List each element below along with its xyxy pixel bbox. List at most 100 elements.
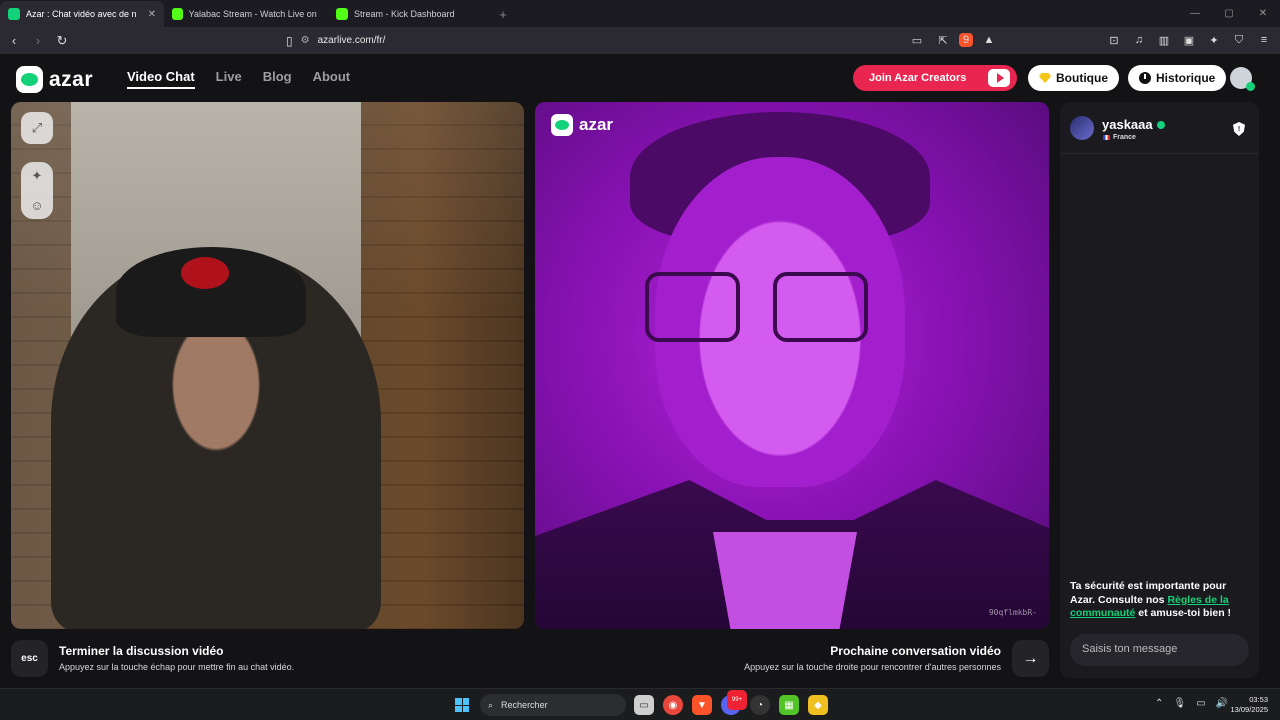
join-creators-button[interactable]: Join Azar Creators (853, 65, 1017, 91)
effects-group: ✦ ☺ (21, 162, 53, 219)
next-chat-info: Prochaine conversation vidéo Appuyez sur… (744, 644, 1001, 672)
azar-favicon-icon (8, 8, 20, 20)
boutique-button[interactable]: Boutique (1028, 65, 1119, 91)
tray-chevron-icon[interactable]: ⌃ (1155, 698, 1163, 709)
nav-blog[interactable]: Blog (263, 69, 292, 89)
yellow-app-icon[interactable]: ◆ (808, 695, 828, 715)
safety-text-end: et amuse-toi bien ! (1135, 607, 1232, 619)
close-window-icon[interactable]: ✕ (1246, 0, 1280, 27)
historique-label: Historique (1156, 71, 1216, 85)
message-input[interactable]: Saisis ton message (1070, 634, 1249, 666)
bookmark-icon[interactable]: ▯ (286, 34, 293, 48)
chat-panel: yaskaaa France ! Ta sécurité est importa… (1060, 102, 1259, 678)
glasses-shape (645, 272, 870, 342)
partner-name: yaskaaa (1102, 117, 1165, 132)
partner-country: France (1103, 134, 1136, 141)
tab-label: Azar : Chat vidéo avec de no (26, 9, 136, 19)
new-tab-button[interactable]: + (492, 1, 514, 27)
video-tools: ⤢ ✦ ☺ (21, 112, 53, 219)
watermark-text: azar (579, 115, 614, 134)
cap-logo (181, 257, 229, 289)
nav-live[interactable]: Live (216, 69, 242, 89)
task-view-icon[interactable]: ▭ (634, 695, 654, 715)
browser-actions: ⊡ ♫ ▥ ▣ ✦ ⛉ ≡ (1104, 30, 1274, 50)
taskbar: ⌕ Rechercher ▭ ◉ ▼ ◕99+ ◔ ▦ ◆ ⌃ 🎙 ▭ 🔊 03… (0, 688, 1280, 720)
chat-header: yaskaaa France ! (1060, 102, 1259, 154)
mic-icon[interactable]: 🎙 (1173, 698, 1186, 709)
safety-notice: Ta sécurité est importante pour Azar. Co… (1070, 580, 1252, 621)
gem-icon (1039, 73, 1051, 83)
menu-icon[interactable]: ≡ (1254, 30, 1274, 50)
tab-kick-dashboard[interactable]: Stream - Kick Dashboard (328, 1, 492, 27)
ai-icon[interactable]: ✦ (1204, 30, 1224, 50)
browser-toolbar: ‹ › ↻ ▯ ⚙ azarlive.com/fr/ ▭ ⇱ 9 ▲ ⊡ ♫ ▥… (0, 27, 1280, 54)
next-chat-subtitle: Appuyez sur la touche droite pour rencon… (744, 662, 1001, 672)
site-header: azar Video Chat Live Blog About Join Aza… (0, 54, 1280, 100)
taskbar-clock[interactable]: 03:53 13/09/2025 (1230, 695, 1268, 715)
end-chat-title: Terminer la discussion vidéo (59, 644, 224, 658)
discord-icon[interactable]: ◕99+ (721, 690, 747, 715)
boutique-label: Boutique (1056, 71, 1108, 85)
brave-icon[interactable]: ▼ (692, 695, 712, 715)
share-icon[interactable]: ⇱ (933, 30, 953, 50)
clock-icon (1139, 72, 1151, 84)
next-arrow-button[interactable]: → (1012, 640, 1049, 677)
site-info-icon[interactable]: ⚙ (301, 35, 310, 46)
azar-watermark: azar (551, 114, 613, 136)
partner-avatar[interactable] (1070, 116, 1094, 140)
esc-button[interactable]: esc (11, 640, 48, 677)
maximize-icon[interactable]: ▢ (1212, 0, 1246, 27)
window-controls: — ▢ ✕ (1178, 0, 1280, 27)
nav-about[interactable]: About (313, 69, 351, 89)
volume-icon[interactable]: 🔊 (1216, 698, 1228, 709)
music-icon[interactable]: ♫ (1129, 30, 1149, 50)
obs-icon[interactable]: ◔ (750, 695, 770, 715)
network-icon[interactable]: ▭ (1196, 698, 1205, 709)
screenshot-icon[interactable]: ⊡ (1104, 30, 1124, 50)
video-chat-area: ⤢ ✦ ☺ azar 90qflmkbR- esc Terminer la di… (0, 100, 1280, 688)
country-label: France (1113, 134, 1136, 141)
chrome-icon[interactable]: ◉ (663, 695, 683, 715)
brave-badge: 9 (962, 34, 970, 46)
close-tab-icon[interactable]: ✕ (148, 9, 156, 20)
logo-text: azar (49, 67, 94, 91)
verified-icon (1156, 120, 1165, 129)
clock-time: 03:53 (1249, 695, 1268, 704)
brave-shields-icon[interactable]: 9 (959, 33, 973, 47)
windows-start-icon[interactable] (455, 698, 469, 712)
cast-icon[interactable]: ▭ (907, 30, 927, 50)
resize-icon[interactable]: ⤢ (21, 112, 53, 144)
search-label: Rechercher (501, 700, 548, 710)
address-bar[interactable]: ▯ ⚙ azarlive.com/fr/ (280, 30, 1000, 51)
back-icon[interactable]: ‹ (4, 31, 24, 51)
minimize-icon[interactable]: — (1178, 0, 1212, 27)
end-chat-info: Terminer la discussion vidéo Appuyez sur… (59, 644, 294, 672)
join-label: Join Azar Creators (869, 72, 967, 84)
system-tray: ⌃ 🎙 ▭ 🔊 (1155, 698, 1228, 709)
green-app-icon[interactable]: ▦ (779, 695, 799, 715)
sparkle-icon[interactable]: ✦ (32, 168, 43, 184)
kick-favicon-icon (172, 8, 183, 20)
taskbar-search[interactable]: ⌕ Rechercher (480, 694, 626, 716)
sidebar-icon[interactable]: ▥ (1154, 30, 1174, 50)
tab-kick-stream[interactable]: Yalabac Stream - Watch Live on Kick (164, 1, 328, 27)
azar-logo-icon (16, 66, 43, 93)
azar-logo[interactable]: azar (16, 66, 93, 93)
historique-button[interactable]: Historique (1128, 65, 1227, 91)
discord-badge: 99+ (727, 690, 747, 710)
remote-video: azar 90qflmkbR- (535, 102, 1049, 629)
tab-azar[interactable]: Azar : Chat vidéo avec de no ✕ (0, 1, 164, 27)
browser-tab-strip: Azar : Chat vidéo avec de no ✕ Yalabac S… (0, 0, 1280, 27)
search-icon: ⌕ (488, 699, 494, 710)
face-filter-icon[interactable]: ☺ (30, 198, 43, 213)
wallet-icon[interactable]: ▣ (1179, 30, 1199, 50)
vpn-icon[interactable]: ⛉ (1229, 30, 1249, 50)
forward-icon[interactable]: › (28, 31, 48, 51)
nav-video-chat[interactable]: Video Chat (127, 69, 195, 89)
profile-avatar[interactable] (1230, 67, 1255, 91)
report-shield-icon[interactable]: ! (1233, 122, 1245, 136)
brave-rewards-icon[interactable]: ▲ (979, 30, 999, 50)
arrow-right-icon: → (1022, 649, 1039, 667)
reload-icon[interactable]: ↻ (52, 31, 72, 51)
azar-logo-icon (551, 114, 573, 136)
